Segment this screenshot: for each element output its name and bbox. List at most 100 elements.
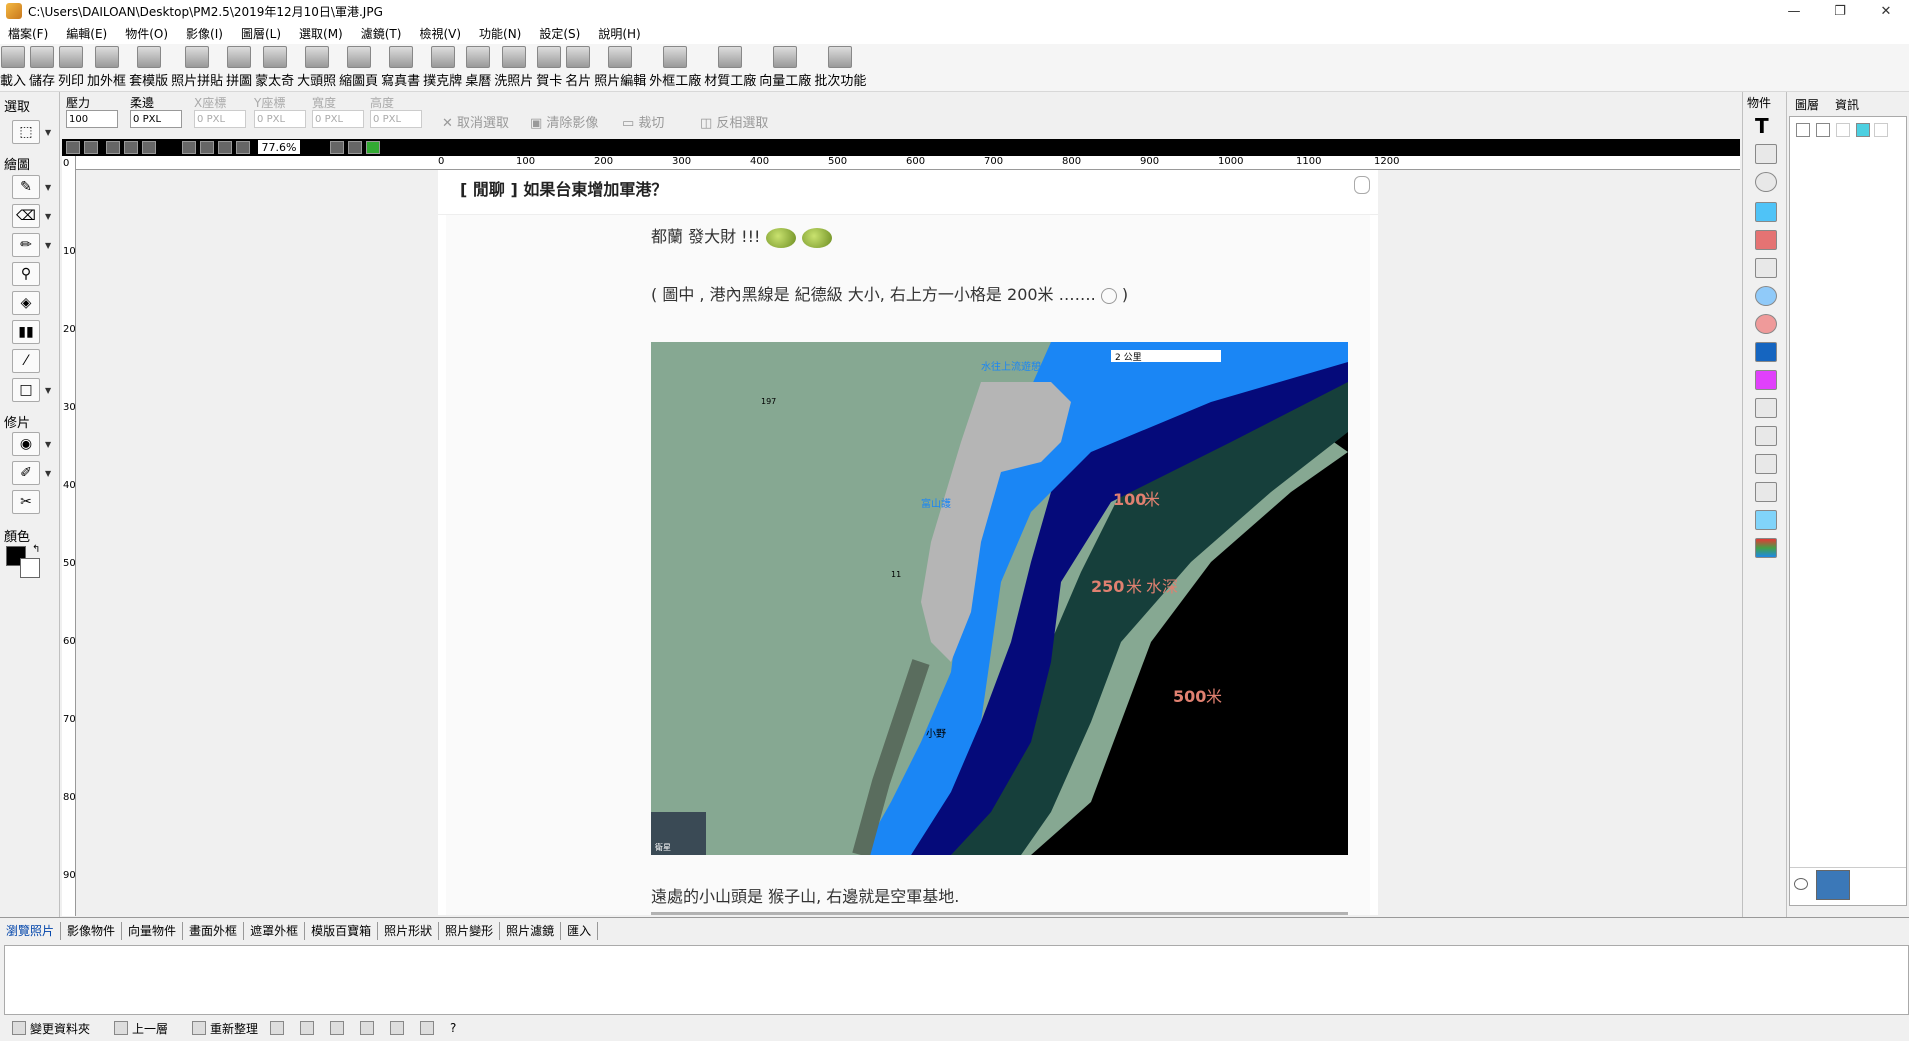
eraser-tool[interactable]: ⌫ — [12, 204, 40, 228]
zoom-out-icon[interactable] — [200, 141, 214, 154]
actual-size-icon[interactable] — [236, 141, 250, 154]
layer-item[interactable] — [1790, 867, 1906, 903]
menu-file[interactable]: 檔案(F) — [0, 25, 58, 42]
tool-photobook[interactable]: 寫真書 — [381, 45, 420, 91]
tab-template-box[interactable]: 模版百寶箱 — [305, 921, 379, 940]
menu-filter[interactable]: 濾鏡(T) — [353, 25, 412, 42]
tool-template[interactable]: 套模版 — [129, 45, 168, 91]
rotate-left[interactable] — [300, 1021, 318, 1035]
tab-image-objects[interactable]: 影像物件 — [61, 921, 123, 940]
tab-layers[interactable]: 圖層 — [1787, 92, 1827, 114]
trash-icon[interactable] — [1816, 123, 1830, 137]
menu-edit[interactable]: 編輯(E) — [58, 25, 117, 42]
paste-icon[interactable] — [142, 141, 156, 154]
tool-puzzle[interactable]: 拼圖 — [226, 45, 252, 91]
add-icon[interactable] — [366, 141, 380, 154]
tool-batch[interactable]: 批次功能 — [814, 45, 866, 91]
chevron-down-icon[interactable]: ▼ — [45, 386, 51, 395]
marquee-tool[interactable]: ⬚ — [12, 120, 40, 144]
background-color[interactable] — [20, 558, 40, 578]
tab-photo-warp[interactable]: 照片變形 — [439, 921, 501, 940]
up-level-button[interactable]: 上一層 — [114, 1020, 168, 1037]
y-coord-input[interactable]: 0 PXL — [254, 110, 306, 128]
merge-icon[interactable] — [1856, 123, 1870, 137]
menu-object[interactable]: 物件(O) — [117, 25, 178, 42]
crop-button[interactable]: ▭ 裁切 — [622, 112, 664, 131]
frame-object-icon[interactable] — [1755, 230, 1777, 250]
cancel-select-button[interactable]: ✕ 取消選取 — [442, 112, 509, 131]
rotate-right[interactable] — [330, 1021, 348, 1035]
tool-montage[interactable]: 蒙太奇 — [255, 45, 294, 91]
chevron-down-icon[interactable]: ▼ — [45, 440, 51, 449]
chevron-down-icon[interactable]: ▼ — [45, 183, 51, 192]
grid-button[interactable] — [390, 1021, 408, 1035]
stamp-tool[interactable]: ⚲ — [12, 262, 40, 286]
palette-icon[interactable] — [1755, 538, 1777, 558]
undo-icon[interactable] — [66, 141, 80, 154]
arrow-icon[interactable] — [1755, 482, 1777, 502]
zoom-in-icon[interactable] — [182, 141, 196, 154]
pencil-tool[interactable]: ✏ — [12, 233, 40, 257]
tool-photo-edit[interactable]: 照片編輯 — [594, 45, 646, 91]
image-object-icon[interactable] — [1755, 202, 1777, 222]
menu-image[interactable]: 影像(I) — [178, 25, 233, 42]
tool-frame-factory[interactable]: 外框工廠 — [649, 45, 701, 91]
fit-window-icon[interactable] — [218, 141, 232, 154]
chevron-down-icon[interactable]: ▼ — [45, 241, 51, 250]
new-layer-icon[interactable] — [1796, 123, 1810, 137]
height-input[interactable]: 0 PXL — [370, 110, 422, 128]
duplicate-icon[interactable] — [1874, 123, 1888, 137]
tool-save[interactable]: 儲存 — [29, 45, 55, 91]
tool-print[interactable]: 列印 — [58, 45, 84, 91]
tool-poker[interactable]: 撲克牌 — [423, 45, 462, 91]
tool-headshot[interactable]: 大頭照 — [297, 45, 336, 91]
gradient-tool[interactable]: ▮▮ — [12, 320, 40, 344]
chevron-down-icon[interactable]: ▼ — [45, 128, 51, 137]
width-input[interactable]: 0 PXL — [312, 110, 364, 128]
exif-icon[interactable] — [1755, 342, 1777, 362]
menu-view[interactable]: 檢視(V) — [411, 25, 471, 42]
tool-print-photo[interactable]: 洗照片 — [494, 45, 533, 91]
list-button[interactable] — [420, 1021, 438, 1035]
brush-tool[interactable]: ✎ — [12, 175, 40, 199]
shape-tool[interactable]: □ — [12, 378, 40, 402]
menu-function[interactable]: 功能(N) — [471, 25, 531, 42]
pressure-input[interactable]: 100 — [66, 110, 118, 128]
tool-load[interactable]: 載入 — [0, 45, 26, 91]
layers-object-icon[interactable] — [1755, 258, 1777, 278]
clone-tool[interactable]: ✂ — [12, 490, 40, 514]
text-label-icon[interactable] — [1755, 144, 1777, 164]
magnifier-icon[interactable] — [1755, 286, 1777, 306]
hand-icon[interactable] — [348, 141, 362, 154]
abc-icon[interactable] — [1755, 172, 1777, 192]
speech-bubble-icon[interactable] — [1755, 426, 1777, 446]
tab-browse-photos[interactable]: 瀏覽照片 — [0, 921, 62, 940]
star-icon[interactable] — [1755, 510, 1777, 530]
feather-input[interactable]: 0 PXL — [130, 110, 182, 128]
close-button[interactable]: ✕ — [1863, 0, 1909, 22]
chevron-down-icon[interactable]: ▼ — [45, 469, 51, 478]
redo-icon[interactable] — [84, 141, 98, 154]
tool-collage[interactable]: 照片拼貼 — [171, 45, 223, 91]
redeye-tool[interactable]: ◉ — [12, 432, 40, 456]
lines-icon[interactable] — [1755, 454, 1777, 474]
tool-thumbnail[interactable]: 縮圖頁 — [339, 45, 378, 91]
x-coord-input[interactable]: 0 PXL — [194, 110, 246, 128]
tool-card[interactable]: 賀卡 — [536, 45, 562, 91]
calendar-grid-icon[interactable] — [1755, 398, 1777, 418]
tab-photo-shape[interactable]: 照片形狀 — [378, 921, 440, 940]
copy-icon[interactable] — [106, 141, 120, 154]
zoom-level[interactable]: 77.6% — [258, 140, 300, 154]
invert-select-button[interactable]: ◫ 反相選取 — [700, 112, 768, 131]
eye-icon[interactable] — [1794, 878, 1808, 890]
minimize-button[interactable]: — — [1771, 0, 1817, 22]
menu-select[interactable]: 選取(M) — [291, 25, 353, 42]
photo-browser[interactable] — [4, 945, 1909, 1015]
tab-mask-frame[interactable]: 遮罩外框 — [244, 921, 306, 940]
menu-settings[interactable]: 設定(S) — [531, 25, 590, 42]
lock-icon[interactable] — [1836, 123, 1850, 137]
tab-screen-frame[interactable]: 畫面外框 — [183, 921, 245, 940]
swap-colors-icon[interactable]: ↰ — [32, 544, 40, 555]
clock-icon[interactable] — [1755, 314, 1777, 334]
sort-button[interactable] — [360, 1021, 378, 1035]
